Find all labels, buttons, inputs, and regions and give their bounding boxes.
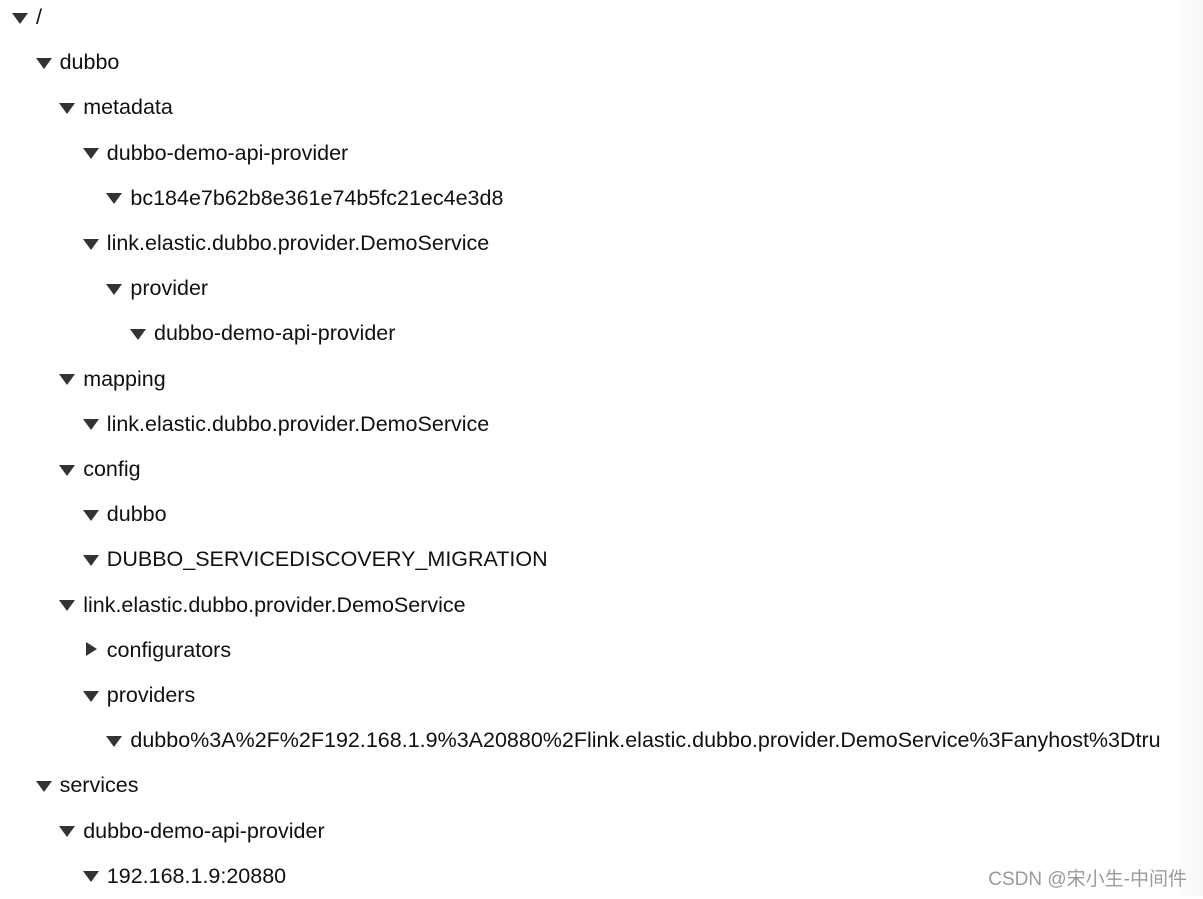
tree-node-label: dubbo%3A%2F%2F192.168.1.9%3A20880%2Flink…	[130, 728, 1161, 753]
right-edge-fade	[1173, 0, 1203, 896]
expanded-triangle-icon[interactable]	[106, 190, 123, 206]
tree-node[interactable]: DUBBO_SERVICEDISCOVERY_MIGRATION	[82, 537, 548, 582]
tree-node[interactable]: dubbo-demo-api-provider	[130, 311, 395, 356]
tree-node-label: providers	[106, 683, 196, 707]
tree-node[interactable]: /	[12, 0, 42, 40]
tree-node[interactable]: bc184e7b62b8e361e74b5fc21ec4e3d8	[106, 176, 503, 221]
tree-node[interactable]: providers	[82, 673, 196, 718]
expanded-triangle-icon[interactable]	[82, 552, 99, 568]
tree-node[interactable]: mapping	[59, 357, 166, 402]
watermark: CSDN @宋小生-中间件	[988, 869, 1187, 890]
tree-node[interactable]: link.elastic.dubbo.provider.DemoService	[82, 402, 490, 447]
tree-node[interactable]: configurators	[83, 628, 231, 673]
tree-node[interactable]: dubbo%3A%2F%2F192.168.1.9%3A20880%2Flink…	[106, 718, 1161, 763]
tree-node-label: /	[36, 5, 42, 29]
tree-node-label: dubbo-demo-api-provider	[83, 818, 325, 843]
expanded-triangle-icon[interactable]	[106, 281, 123, 297]
expanded-triangle-icon[interactable]	[59, 100, 76, 116]
expanded-triangle-icon[interactable]	[106, 733, 123, 749]
expanded-triangle-icon[interactable]	[82, 507, 99, 523]
expanded-triangle-icon[interactable]	[59, 371, 76, 387]
tree-node[interactable]: link.elastic.dubbo.provider.DemoService	[59, 583, 466, 628]
tree-node-label: dubbo	[59, 50, 120, 75]
tree-node[interactable]: link.elastic.dubbo.provider.DemoService	[82, 221, 490, 266]
tree-node[interactable]: provider	[106, 266, 208, 311]
tree-node-label: config	[83, 457, 141, 481]
tree-node-label: link.elastic.dubbo.provider.DemoService	[106, 231, 490, 255]
tree-node-label: dubbo-demo-api-provider	[106, 140, 349, 165]
tree-node-label: dubbo	[106, 502, 167, 527]
tree-node-label: DUBBO_SERVICEDISCOVERY_MIGRATION	[106, 547, 548, 572]
tree-node-label: metadata	[83, 95, 173, 120]
tree-node-label: dubbo-demo-api-provider	[154, 321, 396, 346]
tree-node-label: bc184e7b62b8e361e74b5fc21ec4e3d8	[130, 185, 504, 210]
tree-node[interactable]: metadata	[59, 85, 173, 130]
tree-node[interactable]: dubbo	[35, 40, 120, 85]
expanded-triangle-icon[interactable]	[59, 462, 76, 478]
expanded-triangle-icon[interactable]	[82, 236, 99, 252]
expanded-triangle-icon[interactable]	[82, 868, 99, 884]
tree-node-label: link.elastic.dubbo.provider.DemoService	[83, 592, 466, 617]
expanded-triangle-icon[interactable]	[12, 10, 28, 26]
expanded-triangle-icon[interactable]	[130, 326, 146, 342]
tree-node-label: services	[59, 773, 139, 798]
tree-node[interactable]: dubbo-demo-api-provider	[59, 809, 325, 854]
tree-node[interactable]: 192.168.1.9:20880	[82, 854, 287, 899]
expanded-triangle-icon[interactable]	[35, 55, 52, 71]
tree-node-label: provider	[130, 276, 209, 301]
tree-node-label: configurators	[106, 637, 232, 662]
expanded-triangle-icon[interactable]	[59, 823, 76, 839]
expanded-triangle-icon[interactable]	[82, 145, 99, 161]
expanded-triangle-icon[interactable]	[35, 778, 52, 794]
expanded-triangle-icon[interactable]	[59, 597, 76, 613]
tree-node-label: link.elastic.dubbo.provider.DemoService	[106, 411, 490, 436]
expanded-triangle-icon[interactable]	[82, 688, 99, 704]
tree-node[interactable]: dubbo	[82, 492, 167, 537]
tree-node-label: 192.168.1.9:20880	[106, 863, 287, 888]
collapsed-triangle-icon[interactable]	[83, 642, 99, 658]
tree-node-label: mapping	[83, 366, 166, 391]
tree-node[interactable]: config	[59, 447, 141, 492]
tree-node[interactable]: dubbo-demo-api-provider	[82, 131, 349, 176]
tree-node[interactable]: services	[35, 763, 139, 808]
expanded-triangle-icon[interactable]	[82, 416, 99, 432]
